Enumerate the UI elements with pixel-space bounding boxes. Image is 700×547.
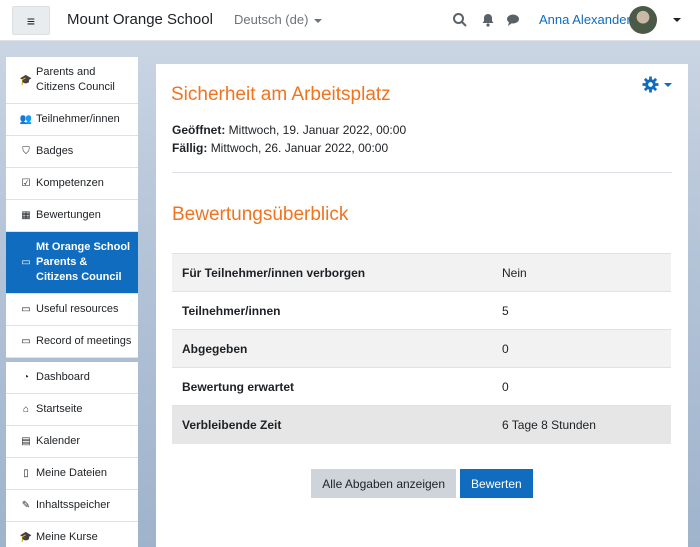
due-date-row: Fällig: Mittwoch, 26. Januar 2022, 00:00 — [172, 139, 406, 157]
settings-menu[interactable] — [642, 76, 672, 93]
bell-icon[interactable] — [480, 12, 496, 28]
assignment-dates: Geöffnet: Mittwoch, 19. Januar 2022, 00:… — [172, 121, 406, 157]
sidebar-item-label: Mt Orange School Parents & Citizens Coun… — [36, 241, 131, 283]
table-row: Verbleibende Zeit 6 Tage 8 Stunden — [172, 405, 671, 444]
hamburger-icon: ≡ — [26, 12, 36, 29]
divider — [172, 172, 672, 173]
row-label: Für Teilnehmer/innen verborgen — [172, 253, 492, 292]
row-label: Verbleibende Zeit — [172, 405, 492, 444]
grading-summary-table: Für Teilnehmer/innen verborgen Nein Teil… — [172, 253, 671, 444]
folder-icon: ▭ — [21, 336, 31, 347]
sidebar-item-course[interactable]: 🎓 Parents and Citizens Council — [6, 57, 138, 104]
sidebar-item-competencies[interactable]: ☑ Kompetenzen — [6, 168, 138, 200]
table-row: Bewertung erwartet 0 — [172, 367, 671, 406]
due-value: Mittwoch, 26. Januar 2022, 00:00 — [210, 141, 389, 155]
sidebar-item-label: Kompetenzen — [36, 177, 104, 189]
sidebar: 🎓 Parents and Citizens Council 👥 Teilneh… — [6, 57, 138, 547]
table-icon: ▦ — [21, 210, 31, 221]
caret-down-icon — [664, 82, 672, 87]
users-icon: 👥 — [19, 114, 33, 125]
row-value: 0 — [492, 367, 671, 406]
sidebar-item-badges[interactable]: ⛉ Badges — [6, 136, 138, 168]
folder-icon: ▭ — [21, 304, 31, 315]
caret-down-icon — [314, 18, 323, 23]
site-nav-group: ◔ Dashboard ⌂ Startseite ▤ Kalender ▯ Me… — [6, 362, 138, 547]
main-content-card: Sicherheit am Arbeitsplatz Geöffnet: Mit… — [156, 64, 688, 547]
site-name[interactable]: Mount Orange School — [67, 11, 213, 28]
view-all-submissions-button[interactable]: Alle Abgaben anzeigen — [311, 469, 457, 498]
sidebar-item-grades[interactable]: ▦ Bewertungen — [6, 200, 138, 232]
grade-button[interactable]: Bewerten — [460, 469, 533, 498]
sidebar-item-record-of-meetings[interactable]: ▭ Record of meetings — [6, 326, 138, 358]
sidebar-item-section-active[interactable]: ▭ Mt Orange School Parents & Citizens Co… — [6, 232, 138, 294]
row-value: 0 — [492, 329, 671, 368]
graduation-cap-icon: 🎓 — [19, 532, 33, 543]
file-icon: ▯ — [23, 468, 29, 479]
course-nav-group: 🎓 Parents and Citizens Council 👥 Teilneh… — [6, 57, 138, 358]
opened-value: Mittwoch, 19. Januar 2022, 00:00 — [228, 123, 407, 137]
opened-label: Geöffnet: — [172, 123, 226, 137]
sidebar-item-label: Dashboard — [36, 371, 90, 383]
sidebar-item-label: Useful resources — [36, 303, 119, 315]
menu-toggle-button[interactable]: ≡ — [12, 6, 50, 35]
shield-icon: ⛉ — [22, 146, 30, 157]
sidebar-item-calendar[interactable]: ▤ Kalender — [6, 426, 138, 458]
sidebar-item-my-files[interactable]: ▯ Meine Dateien — [6, 458, 138, 490]
search-icon[interactable] — [452, 12, 468, 28]
sidebar-item-home[interactable]: ⌂ Startseite — [6, 394, 138, 426]
opened-date-row: Geöffnet: Mittwoch, 19. Januar 2022, 00:… — [172, 121, 406, 139]
table-row: Für Teilnehmer/innen verborgen Nein — [172, 253, 671, 292]
language-menu[interactable]: Deutsch (de) — [234, 12, 323, 27]
due-label: Fällig: — [172, 141, 208, 155]
sidebar-item-label: Inhaltsspeicher — [36, 499, 110, 511]
row-value: 6 Tage 8 Stunden — [492, 405, 671, 444]
graduation-cap-icon: 🎓 — [19, 74, 33, 86]
section-title: Bewertungsüberblick — [172, 204, 349, 225]
sidebar-item-content-bank[interactable]: ✎ Inhaltsspeicher — [6, 490, 138, 522]
user-name[interactable]: Anna Alexander — [539, 12, 631, 27]
sidebar-item-label: Badges — [36, 145, 74, 157]
row-value: 5 — [492, 291, 671, 330]
row-label: Teilnehmer/innen — [172, 291, 492, 330]
sidebar-item-useful-resources[interactable]: ▭ Useful resources — [6, 294, 138, 326]
sidebar-item-label: Startseite — [36, 403, 83, 415]
sidebar-item-dashboard[interactable]: ◔ Dashboard — [6, 362, 138, 394]
paint-brush-icon: ✎ — [21, 500, 31, 511]
row-label: Bewertung erwartet — [172, 367, 492, 406]
top-navbar: ≡ Mount Orange School Deutsch (de) Anna … — [0, 0, 700, 41]
language-label: Deutsch (de) — [234, 12, 309, 27]
row-value: Nein — [492, 253, 671, 292]
checkbox-icon: ☑ — [21, 178, 31, 189]
calendar-icon: ▤ — [21, 436, 31, 447]
table-row: Abgegeben 0 — [172, 329, 671, 368]
sidebar-item-label: Meine Dateien — [36, 467, 107, 479]
page-title: Sicherheit am Arbeitsplatz — [171, 84, 391, 105]
sidebar-item-label: Record of meetings — [36, 335, 132, 347]
sidebar-item-label: Parents and Citizens Council — [36, 66, 115, 93]
sidebar-item-my-courses[interactable]: 🎓 Meine Kurse — [6, 522, 138, 547]
sidebar-item-label: Kalender — [36, 435, 81, 447]
row-label: Abgegeben — [172, 329, 492, 368]
gear-icon — [642, 76, 659, 93]
chat-icon[interactable] — [505, 12, 521, 28]
sidebar-item-participants[interactable]: 👥 Teilnehmer/innen — [6, 104, 138, 136]
home-icon: ⌂ — [22, 404, 30, 415]
dashboard-icon: ◔ — [22, 372, 30, 383]
avatar[interactable] — [629, 6, 657, 34]
caret-down-icon[interactable] — [673, 18, 681, 22]
table-row: Teilnehmer/innen 5 — [172, 291, 671, 330]
sidebar-item-label: Bewertungen — [36, 209, 101, 221]
sidebar-item-label: Meine Kurse — [36, 531, 98, 543]
action-buttons: Alle Abgaben anzeigen Bewerten — [156, 469, 688, 498]
folder-icon: ▭ — [21, 257, 31, 268]
sidebar-item-label: Teilnehmer/innen — [36, 113, 120, 125]
